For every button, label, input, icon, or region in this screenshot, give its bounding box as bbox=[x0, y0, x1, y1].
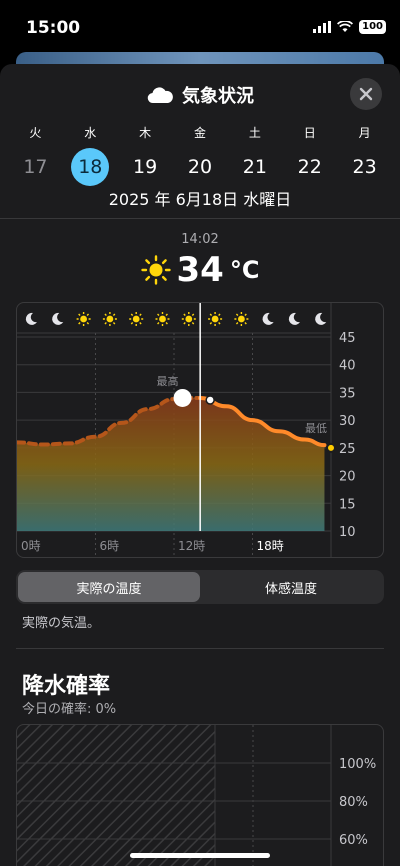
sun-icon bbox=[155, 312, 170, 326]
moon-icon bbox=[288, 312, 300, 325]
day-number: 18 bbox=[71, 148, 110, 186]
sheet-title: 気象状況 bbox=[182, 86, 254, 107]
close-button[interactable] bbox=[350, 78, 382, 110]
x-tick-label: 0時 bbox=[21, 539, 41, 553]
day-of-week: 月 bbox=[358, 126, 371, 140]
day-number: 23 bbox=[352, 156, 377, 178]
current-point bbox=[205, 395, 215, 405]
wifi-icon bbox=[337, 21, 354, 32]
y-tick-label: 20 bbox=[339, 470, 356, 485]
day-number: 21 bbox=[242, 156, 267, 178]
sun-icon bbox=[102, 312, 117, 326]
day-number: 17 bbox=[23, 156, 48, 178]
precip-title: 降水確率 bbox=[22, 674, 111, 699]
temperature-chart-svg[interactable]: 45 40 35 30 25 20 15 10 最高最低 0時 6時 12時 18時 bbox=[17, 303, 384, 558]
min-temp-marker bbox=[326, 442, 336, 453]
sun-icon bbox=[234, 312, 249, 326]
divider bbox=[0, 218, 400, 219]
day-item[interactable]: 木 19 bbox=[118, 124, 173, 186]
day-of-week: 水 bbox=[84, 126, 97, 140]
current-time: 14:02 bbox=[181, 232, 219, 247]
y-tick-label: 10 bbox=[339, 525, 356, 540]
precipitation-chart[interactable]: 100% 80% 60% bbox=[16, 724, 384, 866]
y-tick-label: 35 bbox=[339, 386, 356, 401]
y-tick-label: 100% bbox=[339, 757, 376, 772]
y-tick-label: 40 bbox=[339, 359, 356, 374]
conditions-sheet: 気象状況 火 17 水 18 木 19 金 20 土 21 日 22 月 23 … bbox=[0, 64, 400, 866]
day-number: 22 bbox=[297, 156, 322, 178]
day-item[interactable]: 日 22 bbox=[282, 124, 337, 186]
temperature-chart[interactable]: 45 40 35 30 25 20 15 10 最高最低 0時 6時 12時 18時 bbox=[16, 302, 384, 558]
day-item[interactable]: 火 17 bbox=[8, 124, 63, 186]
day-of-week: 土 bbox=[248, 126, 261, 140]
temperature-mode-selector: 実際の温度 体感温度 bbox=[16, 570, 384, 604]
current-temp-value: 34 bbox=[176, 250, 224, 290]
day-number: 20 bbox=[187, 156, 213, 178]
precipitation-chart-svg[interactable]: 100% 80% 60% bbox=[17, 725, 384, 866]
y-tick-label: 60% bbox=[339, 833, 368, 848]
y-tick-label: 30 bbox=[339, 414, 356, 429]
x-tick-label: 18時 bbox=[257, 539, 284, 553]
sheet-header: 気象状況 bbox=[0, 78, 400, 112]
selected-date: 2025 年 6月18日 水曜日 bbox=[108, 190, 292, 209]
day-number: 19 bbox=[133, 156, 158, 178]
y-tick-label: 45 bbox=[339, 331, 356, 346]
status-bar: 15:00 100 bbox=[0, 0, 400, 52]
y-tick-label: 80% bbox=[339, 795, 368, 810]
cloud-icon bbox=[147, 87, 173, 104]
sun-icon bbox=[76, 312, 91, 326]
day-item-selected[interactable]: 水 18 bbox=[63, 124, 118, 186]
status-icons: 100 bbox=[313, 20, 386, 34]
day-of-week: 金 bbox=[194, 126, 207, 140]
moon-icon bbox=[315, 312, 327, 325]
x-tick-label: 6時 bbox=[100, 539, 120, 553]
day-of-week: 日 bbox=[303, 126, 316, 140]
signal-icon bbox=[313, 21, 332, 33]
past-hatch-area bbox=[17, 725, 215, 866]
day-of-week: 木 bbox=[139, 126, 152, 140]
temperature-area bbox=[17, 397, 325, 531]
segment-actual[interactable]: 実際の温度 bbox=[18, 572, 200, 602]
sun-icon bbox=[208, 312, 223, 326]
close-icon bbox=[359, 87, 373, 101]
max-label: 最高 bbox=[157, 374, 179, 388]
divider bbox=[16, 648, 384, 649]
sun-icon bbox=[129, 312, 144, 326]
sun-icon bbox=[181, 312, 196, 326]
moon-icon bbox=[52, 312, 64, 325]
day-item[interactable]: 月 23 bbox=[337, 124, 392, 186]
y-tick-label: 15 bbox=[339, 497, 356, 512]
battery-icon: 100 bbox=[359, 20, 386, 34]
day-picker: 火 17 水 18 木 19 金 20 土 21 日 22 月 23 bbox=[8, 124, 392, 186]
current-temperature: 34 °C bbox=[0, 250, 400, 290]
max-temp-marker bbox=[173, 388, 192, 407]
x-tick-label: 12時 bbox=[178, 539, 205, 553]
precip-subtitle: 今日の確率: 0% bbox=[22, 702, 117, 717]
day-of-week: 火 bbox=[29, 126, 42, 140]
segment-feels-like[interactable]: 体感温度 bbox=[200, 572, 382, 602]
day-item[interactable]: 金 20 bbox=[173, 124, 228, 186]
moon-icon bbox=[25, 312, 37, 325]
day-item[interactable]: 土 21 bbox=[227, 124, 282, 186]
sun-icon bbox=[140, 255, 171, 285]
current-temp-unit: °C bbox=[229, 256, 260, 284]
min-label: 最低 bbox=[305, 422, 327, 435]
status-time: 15:00 bbox=[26, 18, 81, 38]
y-tick-label: 25 bbox=[339, 442, 356, 457]
moon-icon bbox=[262, 312, 274, 325]
home-indicator[interactable] bbox=[130, 853, 270, 858]
segment-description: 実際の気温。 bbox=[22, 616, 101, 631]
